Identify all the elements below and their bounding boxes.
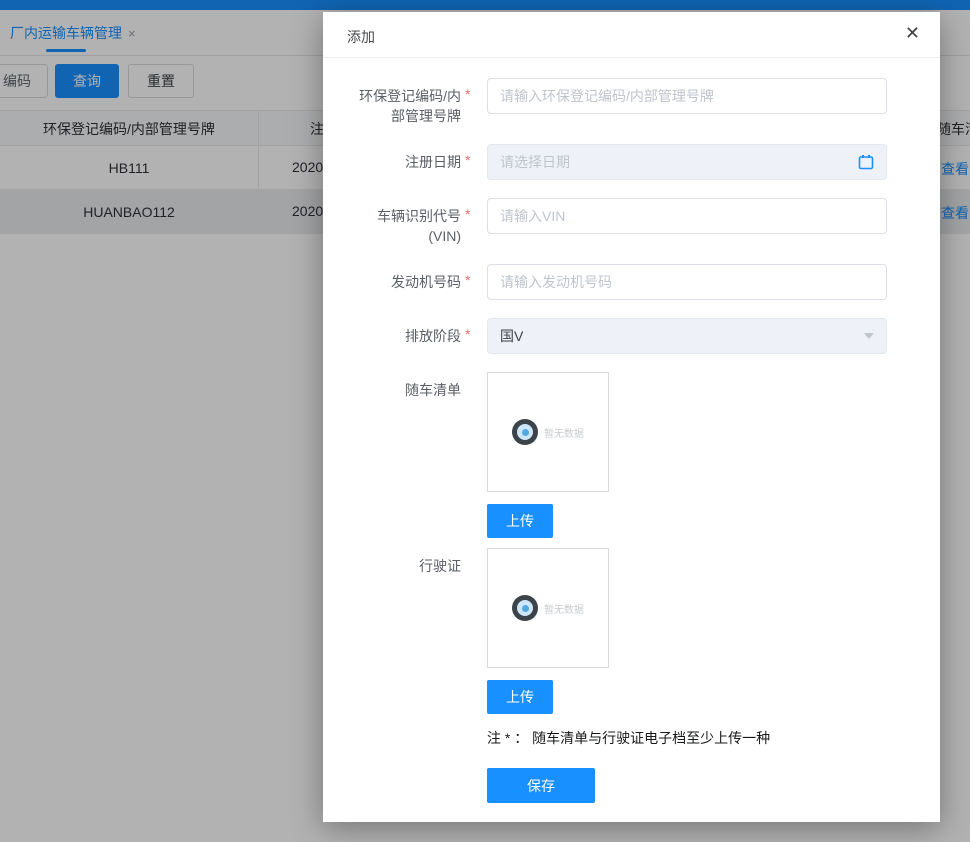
env-code-input[interactable]: [487, 78, 887, 114]
form-row-env-code: 环保登记编码/内部管理号牌 *: [323, 78, 940, 126]
no-data-text: 暂无数据: [544, 601, 584, 616]
calendar-icon: [858, 154, 874, 170]
reg-date-picker[interactable]: 请选择日期: [487, 144, 887, 180]
no-data-icon: [512, 419, 538, 445]
license-upload-button[interactable]: 上传: [487, 680, 553, 714]
env-code-label: 环保登记编码/内部管理号牌: [349, 78, 461, 126]
add-vehicle-dialog: 添加 ✕ 环保登记编码/内部管理号牌 * 注册日期 *: [323, 12, 940, 822]
form-row-vin: 车辆识别代号(VIN) *: [323, 198, 940, 246]
stage-select[interactable]: 国V: [487, 318, 887, 354]
chevron-down-icon: [864, 333, 874, 339]
required-asterisk: *: [465, 264, 473, 300]
dialog-body: 环保登记编码/内部管理号牌 * 注册日期 * 请选择日期: [323, 58, 940, 803]
engine-label: 发动机号码: [391, 264, 461, 300]
vin-input[interactable]: [487, 198, 887, 234]
license-preview-box: 暂无数据: [487, 548, 609, 668]
no-data-icon: [512, 595, 538, 621]
vin-label: 车辆识别代号(VIN): [349, 198, 461, 246]
form-row-engine: 发动机号码 *: [323, 264, 940, 300]
license-label: 行驶证: [419, 548, 461, 714]
form-row-reg-date: 注册日期 * 请选择日期: [323, 144, 940, 180]
inventory-preview-box: 暂无数据: [487, 372, 609, 492]
screen: 厂内运输车辆管理× 编码 查询 重置 环保登记编码/内部管理号牌 注册日期 随车…: [0, 0, 970, 842]
close-icon[interactable]: ✕: [905, 24, 920, 42]
form-row-inventory: 随车清单 暂无数据 上传: [323, 372, 940, 538]
dialog-title: 添加: [347, 27, 375, 47]
inventory-label: 随车清单: [405, 372, 461, 538]
required-asterisk: *: [465, 318, 473, 354]
no-data-text: 暂无数据: [544, 425, 584, 440]
engine-input[interactable]: [487, 264, 887, 300]
form-row-license: 行驶证 暂无数据 上传: [323, 548, 940, 714]
required-asterisk: *: [465, 78, 473, 126]
dialog-header: 添加 ✕: [323, 12, 940, 58]
reg-date-placeholder: 请选择日期: [500, 152, 858, 172]
reg-date-label: 注册日期: [405, 144, 461, 180]
stage-label: 排放阶段: [405, 318, 461, 354]
required-asterisk: *: [465, 144, 473, 180]
save-button[interactable]: 保存: [487, 768, 595, 803]
form-row-stage: 排放阶段 * 国V: [323, 318, 940, 354]
required-asterisk: *: [465, 198, 473, 246]
upload-note: 注 * ： 随车清单与行驶证电子档至少上传一种: [487, 728, 940, 748]
inventory-upload-button[interactable]: 上传: [487, 504, 553, 538]
stage-selected-value: 国V: [500, 326, 864, 346]
